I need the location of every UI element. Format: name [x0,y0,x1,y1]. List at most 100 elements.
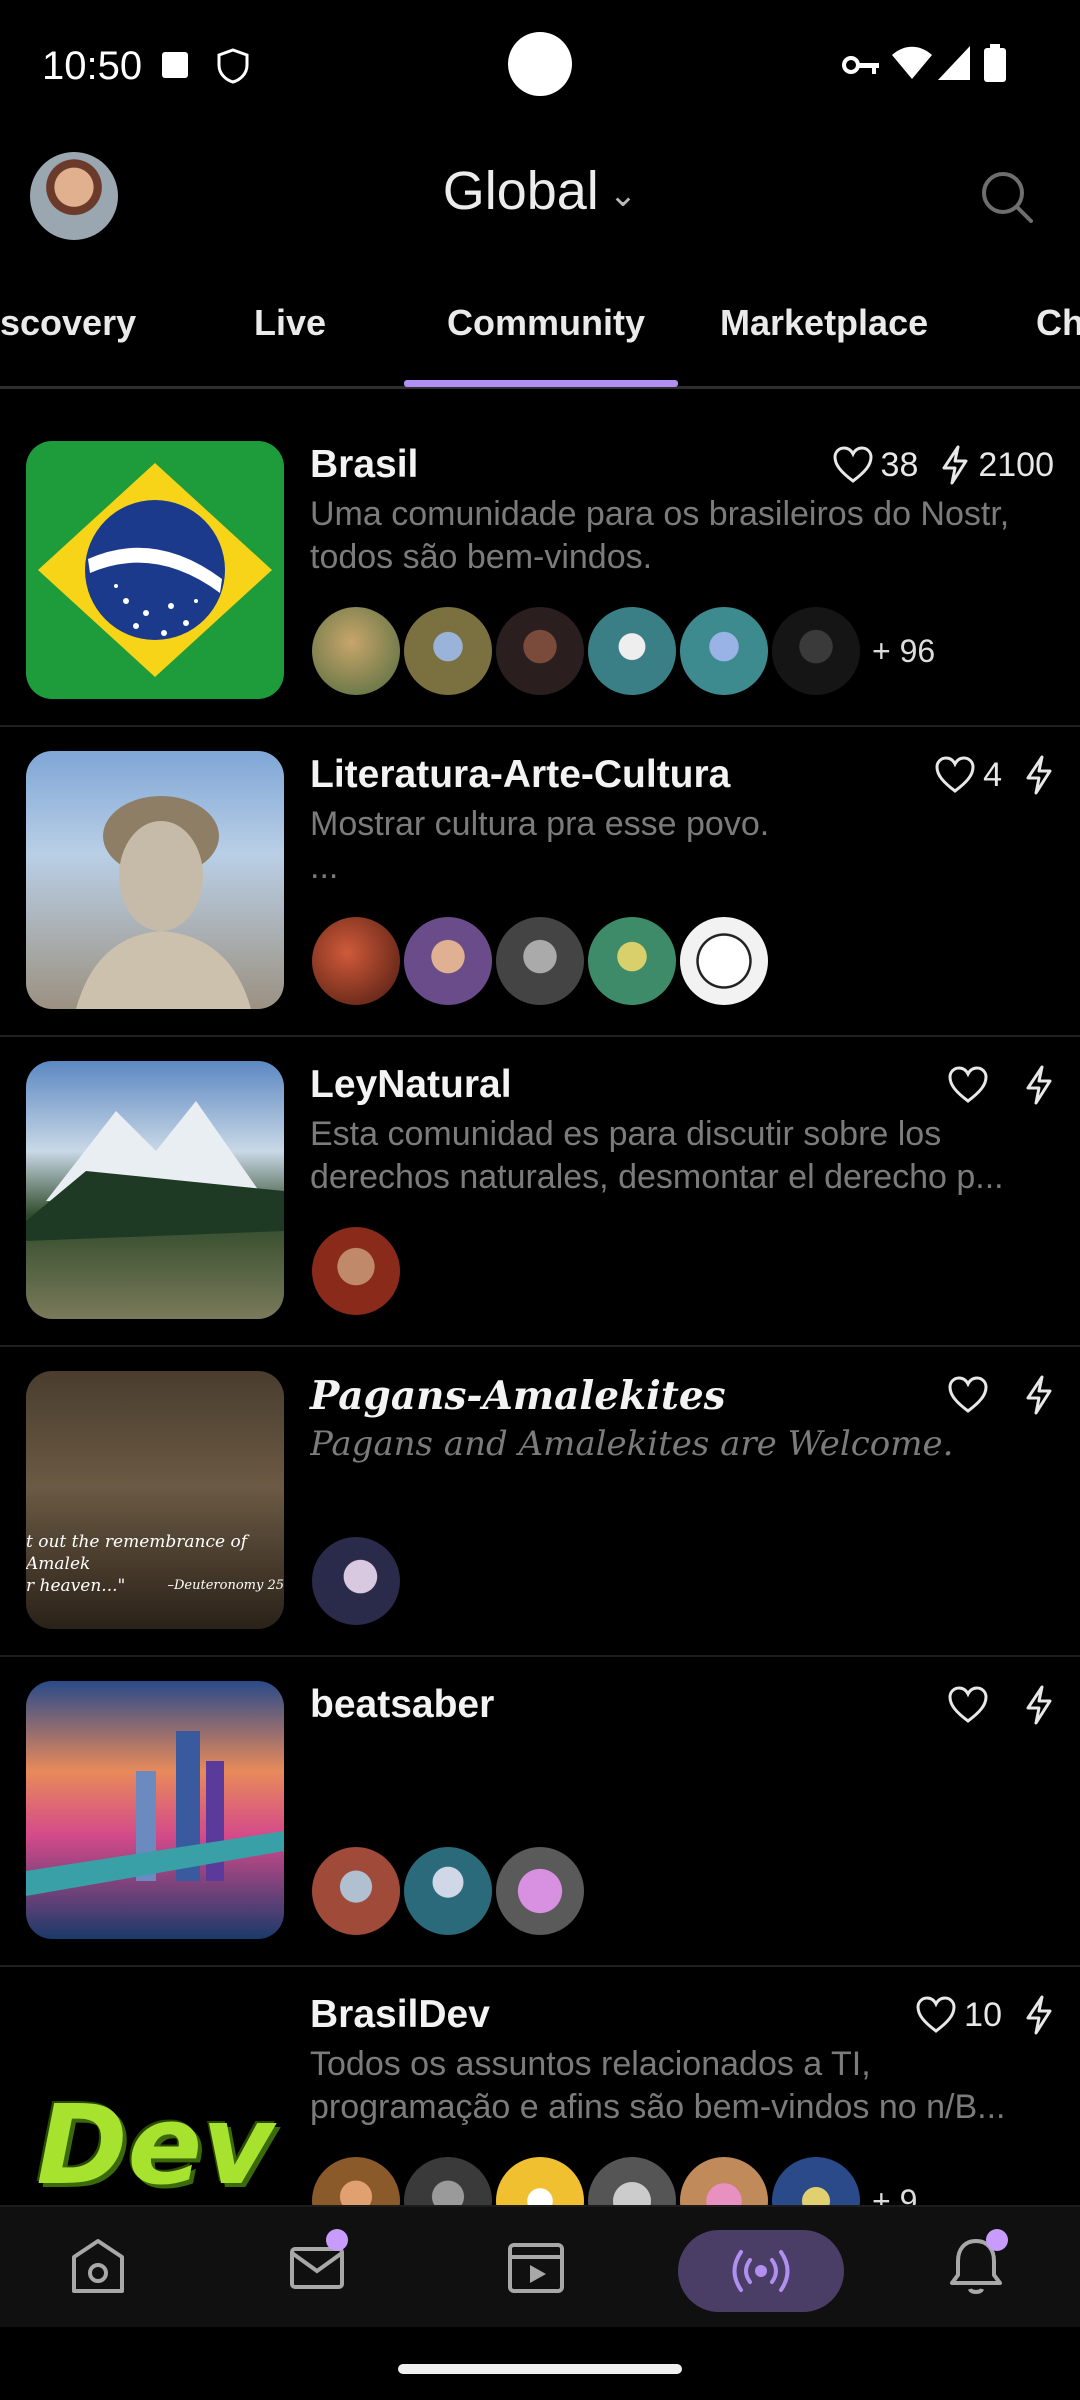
description-line: Mostrar cultura pra esse povo. [310,805,770,843]
chevron-down-icon: ⌄ [608,175,638,214]
community-name: BrasilDev [310,1993,490,2036]
tab-discovery[interactable]: scovery [0,302,136,344]
zap-icon[interactable] [1024,755,1054,795]
heart-icon[interactable] [948,1376,988,1414]
dev-logo: Dev [36,2081,274,2209]
community-image [26,1681,284,1939]
member-avatar [310,605,402,697]
like-count: 4 [983,755,1002,794]
community-stats [948,1375,1054,1415]
zap-icon[interactable] [1024,1995,1054,2035]
tab-chats[interactable]: Ch [1036,302,1080,344]
member-avatar [494,1845,586,1937]
image-caption: –Deuteronomy 25 [167,1578,285,1593]
notification-a-icon [162,52,188,78]
heart-icon[interactable] [948,1066,988,1104]
heart-icon[interactable] [948,1686,988,1724]
description-line: Pagans and Amalekites are Welcome. [310,1424,954,1464]
community-description: Mostrar cultura pra esse povo. ... [310,803,1055,889]
more-members-count: + 96 [872,632,936,669]
zap-icon[interactable] [1024,1065,1054,1105]
community-description: Uma comunidade para os brasileiros do No… [310,493,1055,579]
community-stats: 10 [916,1995,1054,2035]
nav-community-selected[interactable] [678,2230,844,2312]
status-bar: 10:50 [0,0,1080,130]
description-line: todos são bem-vindos. [310,538,653,576]
member-avatars: + 96 [310,605,935,697]
video-icon[interactable] [504,2235,568,2299]
member-avatar [586,915,678,1007]
heart-icon[interactable] [916,1996,956,2034]
member-avatars [310,1845,586,1937]
like-count: 38 [880,445,919,484]
community-description: Todos os assuntos relacionados a TI, pro… [310,2043,1055,2129]
community-card-brasil[interactable]: Brasil 38 2100 Uma comunidade para os br… [0,415,1080,727]
community-image: t out the remembrance of Amalek r heaven… [26,1371,284,1629]
search-icon[interactable] [980,170,1034,224]
key-icon [842,56,879,74]
description-line: Todos os assuntos relacionados a TI, [310,2045,871,2083]
image-caption: r heaven..." [26,1576,126,1596]
member-avatar [310,1225,402,1317]
community-image [26,751,284,1009]
community-stats: 38 2100 [833,445,1054,485]
member-avatars [310,1225,402,1317]
community-name: Brasil [310,443,419,486]
member-avatar [402,915,494,1007]
community-name: Pagans-Amalekites [310,1373,726,1419]
community-name: beatsaber [310,1683,495,1726]
feed-title: Global [442,161,599,221]
description-line: ... [310,848,339,886]
description-line: programação e afins são bem-vindos no n/… [310,2088,1006,2126]
heart-icon[interactable] [833,446,873,484]
shield-icon [217,48,249,84]
tab-live[interactable]: Live [254,302,326,344]
community-description: Esta comunidad es para discutir sobre lo… [310,1113,1055,1199]
notification-badge [986,2229,1008,2251]
member-avatars [310,915,770,1007]
member-avatar [310,1535,402,1627]
camera-cutout [508,32,572,96]
tab-indicator [404,380,678,387]
description-line: Esta comunidad es para discutir sobre lo… [310,1115,942,1153]
member-avatar [494,605,586,697]
member-avatar [402,1845,494,1937]
description-line: Uma comunidade para os brasileiros do No… [310,495,1010,533]
tab-marketplace[interactable]: Marketplace [720,302,928,344]
description-line: derechos naturales, desmontar el derecho… [310,1158,1004,1196]
member-avatars [310,1535,402,1627]
zap-icon[interactable] [940,445,970,485]
home-icon[interactable] [66,2235,130,2299]
mail-badge [326,2229,348,2251]
community-stats [948,1685,1054,1725]
member-avatar [678,605,770,697]
zap-icon[interactable] [1024,1375,1054,1415]
member-avatar [402,605,494,697]
bottom-nav [0,2205,1080,2327]
zap-icon[interactable] [1024,1685,1054,1725]
feed-selector[interactable]: Global ⌄ [0,160,1080,222]
community-card-pagans[interactable]: t out the remembrance of Amalek r heaven… [0,1345,1080,1657]
community-description: Pagans and Amalekites are Welcome. [310,1423,1055,1466]
status-time: 10:50 [42,44,143,88]
community-image [26,1061,284,1319]
wifi-icon [892,46,932,79]
member-avatar [310,915,402,1007]
community-stats: 4 [935,755,1054,795]
community-card-leynatural[interactable]: LeyNatural Esta comunidad es para discut… [0,1035,1080,1347]
broadcast-icon [732,2250,790,2292]
member-avatar [678,915,770,1007]
tab-bar: scovery Live Community Marketplace Ch [0,290,1080,388]
tab-community[interactable]: Community [447,302,645,344]
community-card-literatura[interactable]: Literatura-Arte-Cultura 4 Mostrar cultur… [0,725,1080,1037]
signal-icon [938,46,970,80]
member-avatar [310,1845,402,1937]
community-card-beatsaber[interactable]: beatsaber [0,1655,1080,1967]
community-name: LeyNatural [310,1063,512,1106]
home-indicator[interactable] [398,2364,682,2374]
heart-icon[interactable] [935,756,975,794]
member-avatar [770,605,862,697]
image-caption: t out the remembrance of Amalek [26,1532,247,1574]
member-avatar [586,605,678,697]
community-name: Literatura-Arte-Cultura [310,753,731,796]
